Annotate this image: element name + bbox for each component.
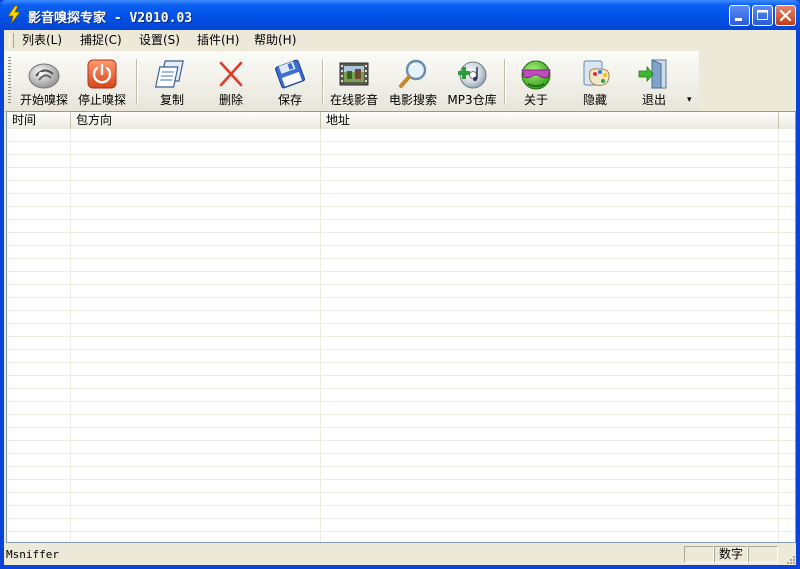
app-window: 影音嗅探专家 - V2010.03 列表(L) 捕捉(C) 设置(S) 插件(H… bbox=[0, 0, 800, 569]
toolbar-overflow-chevron[interactable]: ▾ bbox=[687, 95, 693, 105]
column-header-time[interactable]: 时间 bbox=[7, 112, 71, 129]
menu-list[interactable]: 列表(L) bbox=[22, 32, 62, 48]
status-panel-numlock: 数字 bbox=[714, 546, 748, 563]
menu-settings[interactable]: 设置(S) bbox=[139, 32, 180, 48]
copy-label: 复制 bbox=[159, 93, 184, 107]
menu-bar: 列表(L) 捕捉(C) 设置(S) 插件(H) 帮助(H) bbox=[4, 30, 796, 50]
toolbar: 开始嗅探 停止嗅探 复制 删除 保存 在线影音 电影搜索 MP3仓库 关于 隐藏… bbox=[4, 51, 699, 112]
column-divider bbox=[70, 129, 71, 542]
exit-label: 退出 bbox=[641, 93, 666, 107]
save-button[interactable]: 保存 bbox=[262, 54, 318, 108]
resize-grip-icon[interactable] bbox=[784, 553, 796, 565]
column-divider bbox=[778, 129, 779, 542]
mp3-library-button[interactable]: MP3仓库 bbox=[444, 54, 500, 108]
minimize-button[interactable] bbox=[729, 5, 750, 26]
toolbar-grip[interactable] bbox=[8, 57, 11, 105]
online-media-button[interactable]: 在线影音 bbox=[326, 54, 382, 108]
movie-search-label: 电影搜索 bbox=[388, 93, 437, 107]
hide-button[interactable]: 隐藏 bbox=[567, 54, 623, 108]
floppy-save-icon bbox=[275, 59, 305, 89]
movie-search-button[interactable]: 电影搜索 bbox=[385, 54, 441, 108]
window-title: 影音嗅探专家 - V2010.03 bbox=[28, 11, 193, 26]
exit-button[interactable]: 退出 bbox=[626, 54, 682, 108]
list-rows bbox=[7, 129, 795, 542]
stop-sniff-label: 停止嗅探 bbox=[77, 93, 126, 107]
cd-music-icon bbox=[458, 61, 487, 89]
online-media-label: 在线影音 bbox=[329, 93, 378, 107]
hide-label: 隐藏 bbox=[582, 93, 607, 107]
menu-help[interactable]: 帮助(H) bbox=[254, 32, 296, 48]
magnifier-icon bbox=[399, 59, 427, 88]
close-icon bbox=[779, 9, 792, 22]
copy-icon bbox=[155, 60, 184, 88]
start-sniff-button[interactable]: 开始嗅探 bbox=[16, 54, 72, 108]
toolbar-separator bbox=[322, 59, 324, 105]
copy-button[interactable]: 复制 bbox=[144, 54, 200, 108]
column-divider bbox=[320, 129, 321, 542]
capture-list[interactable]: 时间 包方向 地址 bbox=[6, 111, 796, 543]
toolbar-empty-area bbox=[699, 51, 796, 111]
toolbar-separator bbox=[136, 59, 138, 105]
client-area: 列表(L) 捕捉(C) 设置(S) 插件(H) 帮助(H) 开始嗅探 停止嗅探 … bbox=[4, 30, 796, 565]
power-stop-icon bbox=[87, 59, 117, 89]
status-panel-1 bbox=[684, 546, 714, 563]
start-sniff-label: 开始嗅探 bbox=[19, 93, 68, 107]
toolbar-separator bbox=[504, 59, 506, 105]
close-button[interactable] bbox=[775, 5, 796, 26]
menu-plugins[interactable]: 插件(H) bbox=[197, 32, 239, 48]
exit-door-icon bbox=[638, 59, 667, 89]
mp3-library-label: MP3仓库 bbox=[447, 93, 497, 107]
status-panel-3 bbox=[748, 546, 778, 563]
save-label: 保存 bbox=[277, 93, 302, 107]
about-label: 关于 bbox=[523, 93, 548, 107]
about-button[interactable]: 关于 bbox=[508, 54, 564, 108]
start-sniff-icon bbox=[28, 63, 60, 89]
stop-sniff-button[interactable]: 停止嗅探 bbox=[74, 54, 130, 108]
column-header-address[interactable]: 地址 bbox=[321, 112, 779, 129]
list-header: 时间 包方向 地址 bbox=[7, 112, 795, 130]
column-header-direction[interactable]: 包方向 bbox=[71, 112, 321, 129]
delete-label: 删除 bbox=[218, 93, 243, 107]
title-bar[interactable]: 影音嗅探专家 - V2010.03 bbox=[0, 0, 800, 30]
menu-grip[interactable] bbox=[9, 33, 14, 48]
maximize-button[interactable] bbox=[752, 5, 773, 26]
minimize-icon bbox=[735, 18, 742, 21]
delete-x-icon bbox=[219, 61, 243, 87]
menu-capture[interactable]: 捕捉(C) bbox=[80, 32, 122, 48]
maximize-icon bbox=[757, 10, 768, 20]
palette-icon bbox=[583, 60, 610, 86]
status-text: Msniffer bbox=[6, 548, 59, 561]
delete-button[interactable]: 删除 bbox=[203, 54, 259, 108]
film-icon bbox=[339, 62, 369, 86]
status-bar: Msniffer 数字 bbox=[4, 543, 796, 565]
globe-glasses-icon bbox=[521, 60, 551, 90]
lightning-app-icon bbox=[7, 6, 21, 24]
